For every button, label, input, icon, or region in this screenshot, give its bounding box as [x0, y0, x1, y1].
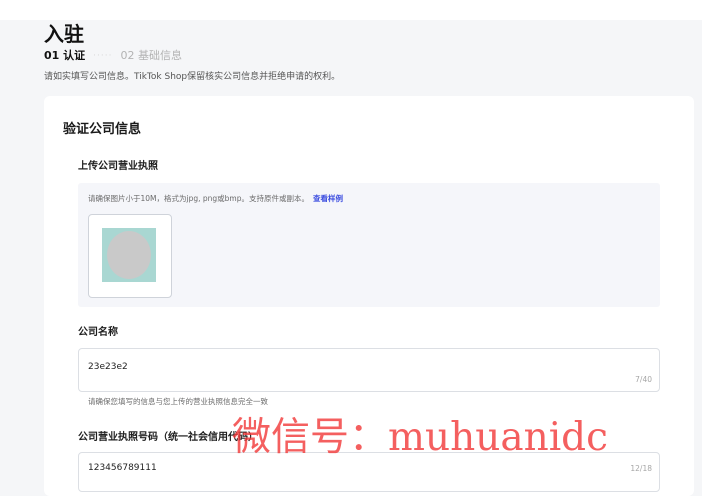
company-name-input[interactable]	[78, 348, 660, 392]
step-indicator: 01 认证 ····· 02 基础信息	[44, 48, 182, 64]
step-separator: ·····	[93, 51, 113, 61]
license-image-preview	[107, 231, 151, 279]
company-name-value[interactable]: 23e23e2	[88, 361, 128, 373]
section-title: 验证公司信息	[63, 122, 142, 137]
license-number-label: 公司营业执照号码（统一社会信用代码）	[78, 432, 258, 443]
instruction-text: 请如实填写公司信息。TikTok Shop保留核实公司信息并拒绝申请的权利。	[44, 72, 341, 82]
view-example-link[interactable]: 查看样例	[313, 194, 343, 203]
license-number-value[interactable]: 123456789111	[88, 462, 157, 474]
company-name-help: 请确保您填写的信息与您上传的营业执照信息完全一致	[88, 397, 268, 406]
step-1-label: 01 认证	[44, 49, 86, 62]
page-title: 入驻	[44, 22, 84, 46]
license-number-counter: 12/18	[630, 464, 652, 473]
license-number-input[interactable]	[78, 452, 660, 492]
top-bar	[0, 0, 702, 20]
company-name-counter: 7/40	[635, 375, 652, 384]
upload-hint: 请确保图片小于10M，格式为jpg, png或bmp。支持原件或副本。 查看样例	[88, 193, 343, 204]
upload-hint-text: 请确保图片小于10M，格式为jpg, png或bmp。支持原件或副本。	[88, 194, 309, 203]
step-2-label: 02 基础信息	[120, 49, 182, 62]
company-name-label: 公司名称	[78, 327, 118, 338]
license-upload-label: 上传公司营业执照	[78, 161, 158, 172]
